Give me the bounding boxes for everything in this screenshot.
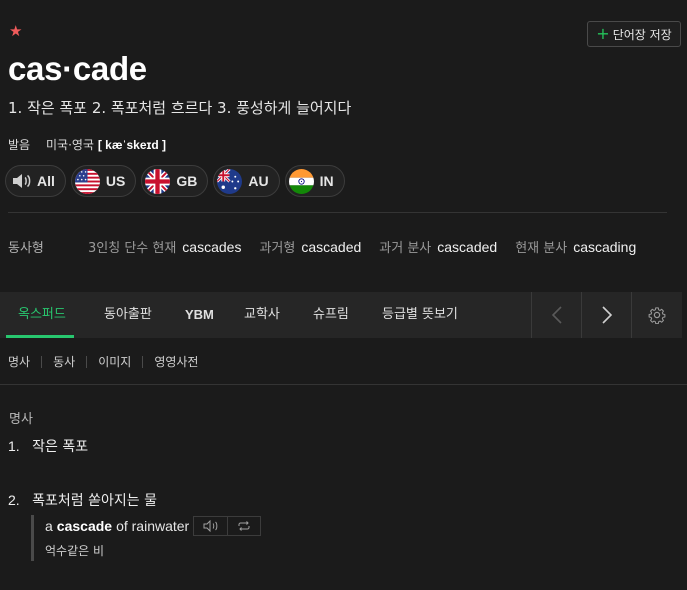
- headword: cas·cade: [8, 50, 147, 87]
- verb-forms-label: 동사형: [8, 241, 44, 256]
- example-play-button[interactable]: [194, 517, 227, 535]
- verb-form-value[interactable]: cascades: [182, 239, 241, 255]
- tab-oxford[interactable]: 옥스퍼드: [18, 292, 66, 338]
- example-repeat-button[interactable]: [227, 517, 260, 535]
- tab-kyohak[interactable]: 교학사: [244, 292, 280, 338]
- accent-us-button[interactable]: US: [70, 165, 137, 197]
- pos-filter-images[interactable]: 이미지: [98, 353, 131, 370]
- pronunciation-region: 미국·영국: [46, 138, 94, 152]
- divider: [0, 384, 687, 385]
- repeat-icon: [238, 521, 250, 531]
- sense-item: 1. 작은 폭포: [8, 436, 88, 456]
- verb-form-value[interactable]: cascaded: [301, 239, 361, 255]
- gear-icon: [648, 307, 665, 324]
- tab-prev-button[interactable]: [531, 292, 581, 338]
- chevron-left-icon: [551, 306, 562, 324]
- accent-buttons: All US GB AU IN: [5, 165, 345, 197]
- example-keyword: cascade: [56, 518, 113, 534]
- au-flag-icon: [217, 168, 243, 194]
- accent-us-label: US: [105, 173, 126, 189]
- verb-forms: 동사형 3인칭 단수 현재 cascades 과거형 cascaded 과거 분…: [8, 237, 636, 256]
- tab-supreme[interactable]: 슈프림: [313, 292, 349, 338]
- pos-filter-english-english[interactable]: 영영사전: [154, 353, 198, 370]
- accent-all-label: All: [37, 173, 55, 189]
- example-suffix: of rainwater: [116, 518, 190, 534]
- tab-ybm[interactable]: YBM: [185, 292, 214, 338]
- separator: [41, 355, 43, 368]
- pronunciation-value: 미국·영국 [ kæˈskeɪd ]: [46, 136, 166, 153]
- speaker-icon: [13, 174, 31, 188]
- divider: [8, 212, 667, 213]
- verb-form-label: 현재 분사: [515, 241, 568, 256]
- pos-filter-verb[interactable]: 동사: [53, 353, 75, 370]
- sense-number: 2.: [8, 492, 20, 508]
- us-flag-icon: [74, 168, 100, 194]
- accent-all-button[interactable]: All: [5, 165, 66, 197]
- plus-icon: +: [596, 24, 610, 43]
- chevron-right-icon: [601, 306, 612, 324]
- pronunciation-ipa: [ kæˈskeɪd ]: [97, 138, 167, 152]
- separator: [142, 355, 144, 368]
- tab-next-button[interactable]: [581, 292, 631, 338]
- tab-donga[interactable]: 동아출판: [104, 292, 152, 338]
- accent-in-button[interactable]: IN: [284, 165, 345, 197]
- in-flag-icon: [288, 168, 314, 194]
- active-tab-indicator: [6, 335, 74, 338]
- accent-gb-label: GB: [176, 173, 198, 189]
- example-translation: 억수같은 비: [45, 544, 105, 558]
- save-to-wordbook-button[interactable]: + 단어장 저장: [587, 21, 681, 47]
- bookmark-star-icon[interactable]: ★: [9, 24, 22, 39]
- sense-number: 1.: [8, 438, 20, 454]
- speaker-icon: [203, 520, 218, 532]
- accent-in-label: IN: [319, 173, 334, 189]
- sense-text: 작은 폭포: [32, 439, 89, 455]
- example-sentence: a cascade of rainwater 억수같은 비: [31, 515, 262, 561]
- verb-form-value[interactable]: cascading: [573, 239, 636, 255]
- verb-form-value[interactable]: cascaded: [437, 239, 497, 255]
- accent-au-button[interactable]: AU: [213, 165, 280, 197]
- definition-part-of-speech: 명사: [9, 412, 33, 427]
- accent-au-label: AU: [248, 173, 269, 189]
- sense-text: 폭포처럼 쏟아지는 물: [32, 493, 157, 509]
- example-audio-controls: [193, 516, 262, 536]
- verb-form-label: 3인칭 단수 현재: [88, 241, 177, 256]
- example-prefix: a: [45, 518, 53, 534]
- separator: [86, 355, 88, 368]
- tab-level-meaning[interactable]: 등급별 뜻보기: [382, 292, 458, 338]
- example-english: a cascade of rainwater: [45, 515, 262, 537]
- save-to-wordbook-label: 단어장 저장: [612, 27, 672, 42]
- accent-gb-button[interactable]: GB: [141, 165, 209, 197]
- meaning-summary: 1. 작은 폭포 2. 폭포처럼 흐르다 3. 풍성하게 늘어지다: [8, 99, 352, 117]
- verb-form-label: 과거 분사: [379, 241, 432, 256]
- gb-flag-icon: [145, 168, 171, 194]
- part-of-speech-filter: 명사 동사 이미지 영영사전: [8, 353, 198, 370]
- verb-form-label: 과거형: [259, 241, 296, 256]
- dictionary-settings-button[interactable]: [631, 292, 681, 338]
- pos-filter-noun[interactable]: 명사: [8, 353, 30, 370]
- pronunciation-label: 발음: [8, 138, 31, 152]
- sense-item: 2. 폭포처럼 쏟아지는 물: [8, 490, 157, 510]
